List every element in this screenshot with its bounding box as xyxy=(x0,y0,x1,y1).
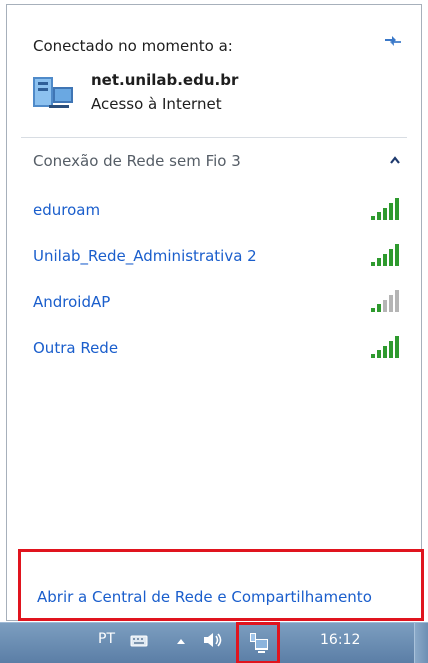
wireless-group-header: Conexão de Rede sem Fio 3 xyxy=(33,152,241,170)
network-label[interactable]: eduroam xyxy=(33,201,100,219)
network-label[interactable]: AndroidAP xyxy=(33,293,110,311)
divider xyxy=(21,137,407,138)
wifi-signal-full-icon xyxy=(371,244,399,266)
network-tray-icon[interactable] xyxy=(248,631,270,655)
current-network-status: Acesso à Internet xyxy=(91,95,222,113)
server-network-icon xyxy=(33,77,73,108)
show-hidden-icons-icon[interactable] xyxy=(176,637,186,645)
footer-highlight-box: Abrir a Central de Rede e Compartilhamen… xyxy=(18,549,424,621)
network-sharing-center-link[interactable]: Abrir a Central de Rede e Compartilhamen… xyxy=(37,588,372,606)
connected-label: Conectado no momento a: xyxy=(33,37,233,55)
wifi-signal-weak-icon xyxy=(371,290,399,312)
network-item-unilab-admin[interactable]: Unilab_Rede_Administrativa 2 xyxy=(7,239,421,285)
network-flyout-panel: Conectado no momento a: net.unilab.edu.b… xyxy=(6,4,422,621)
taskbar: PT 16:12 xyxy=(0,622,428,663)
screen: Conectado no momento a: net.unilab.edu.b… xyxy=(0,0,428,663)
network-item-androidap[interactable]: AndroidAP xyxy=(7,285,421,331)
current-network-name: net.unilab.edu.br xyxy=(91,71,239,89)
chevron-up-icon[interactable] xyxy=(389,155,401,165)
show-desktop-button[interactable] xyxy=(414,623,428,663)
network-label[interactable]: Unilab_Rede_Administrativa 2 xyxy=(33,247,257,265)
clock-time[interactable]: 16:12 xyxy=(320,632,360,648)
keyboard-icon[interactable] xyxy=(130,635,148,647)
network-label[interactable]: Outra Rede xyxy=(33,339,118,357)
language-indicator[interactable]: PT xyxy=(98,631,115,647)
wifi-signal-full-icon xyxy=(371,336,399,358)
current-network: net.unilab.edu.br Acesso à Internet xyxy=(25,67,405,117)
network-tray-highlight[interactable] xyxy=(236,622,280,663)
wifi-signal-full-icon xyxy=(371,198,399,220)
volume-icon[interactable] xyxy=(202,631,224,649)
network-item-eduroam[interactable]: eduroam xyxy=(7,193,421,239)
refresh-icon[interactable] xyxy=(383,33,403,49)
network-list: eduroam Unilab_Rede_Administrativa 2 And… xyxy=(7,193,421,377)
network-item-outra-rede[interactable]: Outra Rede xyxy=(7,331,421,377)
